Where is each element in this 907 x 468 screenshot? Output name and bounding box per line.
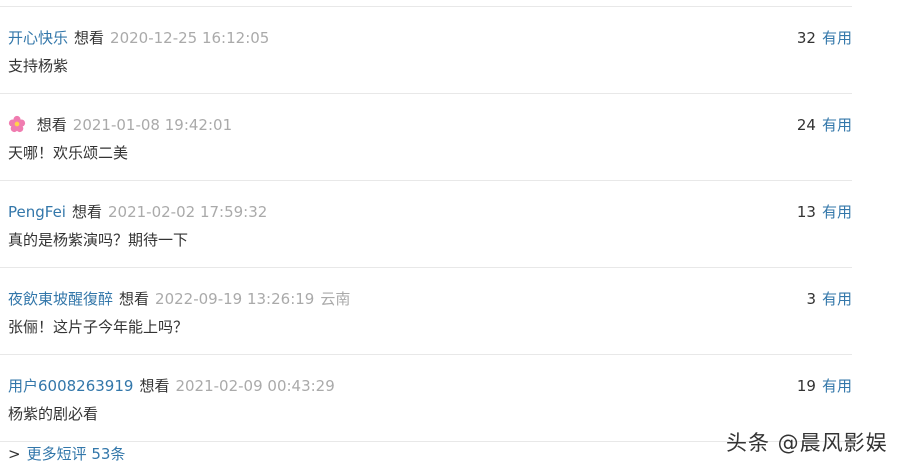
- comment-votes: 32 有用: [797, 27, 852, 49]
- comment-text: 天哪！欢乐颂二美: [8, 144, 129, 162]
- more-arrow: >: [8, 445, 21, 463]
- comment-status: 想看: [119, 290, 150, 308]
- useful-button[interactable]: 有用: [822, 116, 852, 134]
- comment-username[interactable]: 开心快乐: [8, 29, 68, 47]
- comment-text: 真的是杨紫演吗？期待一下: [8, 231, 189, 249]
- comment-votes: 3 有用: [806, 288, 852, 310]
- comment-status: 想看: [74, 29, 105, 47]
- comment-votes: 19 有用: [797, 375, 852, 397]
- vote-count: 32: [796, 29, 816, 47]
- vote-count: 13: [796, 203, 816, 221]
- comment-text: 杨紫的剧必看: [8, 405, 99, 423]
- vote-count: 24: [796, 116, 816, 134]
- comment-meta: PengFei 想看 2021-02-02 17:59:32: [8, 201, 267, 223]
- useful-button[interactable]: 有用: [822, 29, 852, 47]
- comment-meta: 想看 2021-01-08 19:42:01: [8, 114, 232, 136]
- comment-time: 2021-02-09 00:43:29: [175, 377, 335, 395]
- comment-text: 张俪！这片子今年能上吗？: [8, 318, 189, 336]
- useful-button[interactable]: 有用: [822, 290, 852, 308]
- comment-item: 夜飲東坡醒復醉 想看 2022-09-19 13:26:19 云南 3 有用 张俪！这片…: [0, 268, 852, 355]
- comment-status: 想看: [36, 116, 67, 134]
- vote-count: 3: [806, 290, 816, 308]
- comment-item: 用户6008263919 想看 2021-02-09 00:43:29 19 有用 杨…: [0, 355, 852, 442]
- comment-time: 2021-01-08 19:42:01: [72, 116, 233, 134]
- more-comments-link[interactable]: > 更多短评 53条: [8, 443, 125, 465]
- comment-votes: 13 有用: [797, 201, 852, 223]
- comment-location: 云南: [320, 290, 351, 308]
- comment-time: 2020-12-25 16:12:05: [110, 29, 270, 47]
- comment-item: 开心快乐 想看 2020-12-25 16:12:05 32 有用 支持杨紫: [0, 7, 852, 94]
- comment-username[interactable]: [8, 115, 31, 134]
- comment-status: 想看: [71, 203, 102, 221]
- comment-meta: 用户6008263919 想看 2021-02-09 00:43:29: [8, 375, 335, 397]
- comment-text: 支持杨紫: [8, 57, 69, 75]
- comment-username[interactable]: PengFei: [8, 203, 66, 221]
- comment-meta: 夜飲東坡醒復醉 想看 2022-09-19 13:26:19 云南: [8, 288, 350, 310]
- more-comments-label[interactable]: 更多短评 53条: [27, 445, 126, 463]
- watermark-text: 头条 @晨风影娱: [726, 431, 888, 455]
- comment-item: PengFei 想看 2021-02-02 17:59:32 13 有用 真的是杨紫演…: [0, 181, 852, 268]
- flower-avatar-icon: [8, 115, 26, 133]
- comment-time: 2021-02-02 17:59:32: [108, 203, 268, 221]
- comment-username[interactable]: 用户6008263919: [8, 377, 133, 395]
- comment-time: 2022-09-19 13:26:19: [155, 290, 315, 308]
- comment-item: 想看 2021-01-08 19:42:01 24 有用 天哪！欢乐颂二美: [0, 94, 852, 181]
- comment-meta: 开心快乐 想看 2020-12-25 16:12:05: [8, 27, 269, 49]
- comment-username[interactable]: 夜飲東坡醒復醉: [8, 290, 113, 308]
- comment-status: 想看: [139, 377, 170, 395]
- useful-button[interactable]: 有用: [822, 203, 852, 221]
- vote-count: 19: [796, 377, 816, 395]
- comment-votes: 24 有用: [797, 114, 852, 136]
- useful-button[interactable]: 有用: [822, 377, 852, 395]
